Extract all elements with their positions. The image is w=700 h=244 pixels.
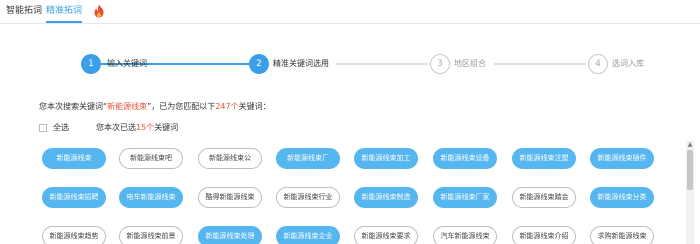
summary-keyword: 新能源线束 — [107, 102, 148, 111]
keyword-chip[interactable]: 新能源线束行业 — [276, 187, 340, 208]
summary-prefix: 您本次搜索关键词“ — [39, 102, 108, 111]
summary-mid: ”，已为您匹配以下 — [147, 102, 216, 111]
summary-suffix: 关键词： — [238, 102, 271, 111]
keyword-chip[interactable]: 新能源线束 — [42, 148, 106, 169]
step-connector-2 — [336, 63, 428, 65]
keyword-chip[interactable]: 新能源线束踏会 — [512, 187, 576, 208]
tab-smart-expand[interactable]: 智能拓词 — [6, 5, 42, 17]
step-2-number: 2 — [249, 54, 269, 74]
keyword-chip[interactable]: 新能源线束插件 — [590, 148, 654, 169]
step-4-label: 选词入库 — [612, 59, 644, 68]
step-progress: 1 输入关键词 2 精准关键词选用 3 地区组合 4 选词入库 — [0, 52, 700, 78]
selected-suffix: 关键词 — [154, 123, 179, 132]
scroll-up-arrow-icon[interactable]: ▲ — [686, 141, 694, 149]
step-1-label: 输入关键词 — [107, 59, 147, 68]
keyword-chip[interactable]: 新能源线束要求 — [354, 226, 418, 244]
keyword-chip[interactable]: 新能源线束企业 — [276, 226, 340, 244]
step-4-number: 4 — [588, 54, 608, 74]
keyword-chip[interactable]: 新能源线束公 — [198, 148, 262, 169]
step-2-label: 精准关键词选用 — [273, 59, 329, 68]
selected-count: 15个 — [136, 123, 155, 132]
keyword-chip[interactable]: 电车新能源线束 — [119, 187, 183, 208]
scrollbar[interactable]: ▲ — [686, 141, 694, 244]
step-1-number: 1 — [81, 54, 101, 74]
step-3-number: 3 — [430, 54, 450, 74]
fire-icon — [94, 4, 104, 18]
keyword-chip[interactable]: 新能源线束厂 — [276, 148, 340, 169]
keyword-chip[interactable]: 新能源线束处理 — [198, 226, 262, 244]
keyword-chip[interactable]: 新能源线束制造 — [354, 187, 418, 208]
keyword-chip[interactable]: 求购新能源线束 — [590, 226, 654, 244]
keyword-chip[interactable]: 新能源线束设备 — [433, 148, 497, 169]
step-connector-3 — [494, 63, 586, 65]
keyword-chip[interactable]: 新能源线束招聘 — [42, 187, 106, 208]
selected-prefix: 您本次已选 — [96, 123, 136, 132]
selected-count-text: 您本次已选15个关键词 — [96, 123, 178, 133]
keyword-chip[interactable]: 新能源线束趋势 — [42, 226, 106, 244]
search-summary: 您本次搜索关键词“新能源线束”，已为您匹配以下247个关键词： — [39, 102, 271, 112]
keyword-chip[interactable]: 新能源线束注塑 — [512, 148, 576, 169]
keyword-chip[interactable]: 新能源线束厂家 — [433, 187, 497, 208]
keyword-chip[interactable]: 酷得新能源线束 — [198, 187, 262, 208]
select-all-checkbox[interactable] — [39, 124, 47, 132]
scroll-thumb[interactable] — [687, 150, 693, 190]
step-3-label: 地区组合 — [454, 59, 486, 68]
keyword-chip[interactable]: 新能源线束分类 — [590, 187, 654, 208]
keyword-chip[interactable]: 新能源线束介绍 — [512, 226, 576, 244]
select-all-label[interactable]: 全选 — [53, 123, 69, 133]
keyword-chip[interactable]: 新能源线束加工 — [354, 148, 418, 169]
keyword-chip[interactable]: 新能源线束前景 — [119, 226, 183, 244]
keyword-chip[interactable]: 新能源线束吧 — [119, 148, 183, 169]
keyword-chip[interactable]: 汽车新能源线束 — [433, 226, 497, 244]
summary-count: 247个 — [215, 102, 239, 111]
tab-precise-expand[interactable]: 精准拓词 — [46, 5, 83, 23]
tab-bar: 智能拓词 精准拓词 — [0, 0, 700, 24]
